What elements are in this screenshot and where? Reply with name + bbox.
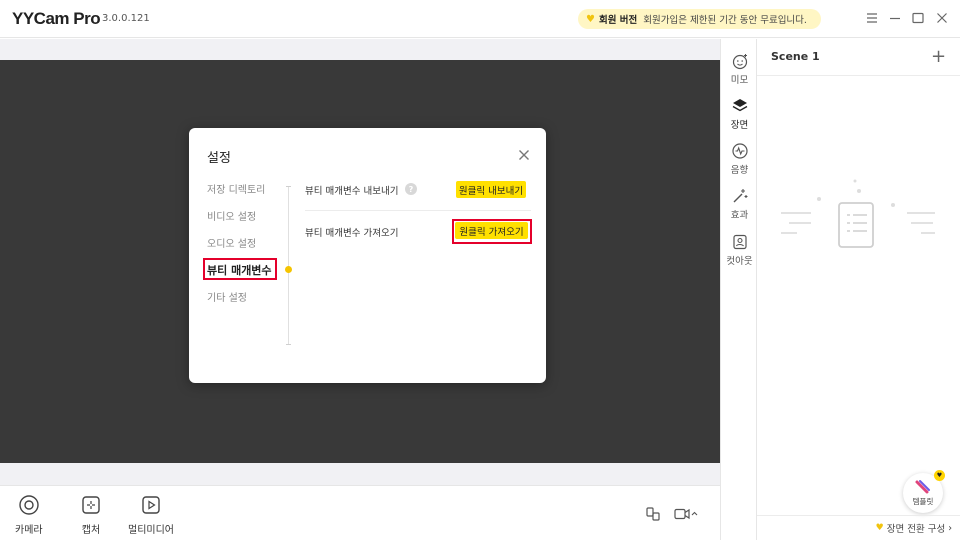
help-icon[interactable]: ? [405, 183, 417, 195]
side-nav: 미모 장면 음향 효과 컷아웃 [720, 39, 757, 540]
beauty-face-icon [732, 54, 747, 70]
multimedia-label: 멀티미디어 [128, 525, 174, 536]
screen-switch-icon[interactable] [645, 506, 661, 526]
nav-cutout[interactable]: 컷아웃 [721, 233, 758, 267]
template-button[interactable]: ♥ 템플릿 [903, 470, 945, 513]
app-logo: YYCam Pro [12, 9, 101, 28]
capture-button[interactable]: 캡처 [80, 494, 102, 536]
nav-cutout-label: 컷아웃 [726, 256, 753, 267]
scene-transition-config[interactable]: ♥ 장면 전환 구성 › [757, 515, 960, 540]
chevron-right-icon: › [948, 522, 952, 534]
rail-tick-bottom [286, 344, 291, 345]
title-bar: YYCam Pro 3.0.0.121 ♥ 회원 버전 회원가입은 제한된 기간… [0, 0, 960, 38]
member-version-banner[interactable]: ♥ 회원 버전 회원가입은 제한된 기간 동안 무료입니다. [578, 9, 821, 29]
menu-save-directory[interactable]: 저장 디렉토리 [207, 181, 265, 196]
nav-effects-label: 효과 [730, 210, 749, 221]
nav-beauty-label: 미모 [730, 75, 749, 86]
scene-panel: Scene 1 + ♥ 템플릿 ♥ 장면 전환 구성 › [757, 39, 960, 540]
template-label: 템플릿 [912, 497, 934, 506]
layers-icon [732, 99, 747, 112]
capture-label: 캡처 [81, 525, 101, 536]
import-label: 뷰티 매개변수 가져오기 [305, 228, 399, 239]
heart-icon: ♥ [875, 523, 884, 533]
scene-title: Scene 1 [771, 50, 820, 63]
close-icon[interactable] [934, 10, 950, 26]
import-highlight-frame [452, 219, 532, 244]
camera-button[interactable]: 카메라 [15, 494, 43, 536]
nav-effects[interactable]: 효과 [721, 187, 758, 221]
heart-icon: ♥ [586, 13, 595, 25]
menu-scroll-rail [288, 186, 289, 344]
menu-audio-settings[interactable]: 오디오 설정 [207, 235, 256, 250]
template-icon [915, 480, 930, 494]
menu-video-settings[interactable]: 비디오 설정 [207, 208, 256, 223]
add-scene-button[interactable]: + [931, 48, 946, 66]
multimedia-button[interactable]: 멀티미디어 [128, 494, 174, 536]
scene-header: Scene 1 + [757, 39, 960, 76]
row-divider [305, 210, 531, 211]
camera-label: 카메라 [15, 525, 43, 536]
export-button[interactable]: 원클릭 내보내기 [456, 181, 526, 198]
nav-audio-label: 음향 [730, 165, 749, 176]
app-version: 3.0.0.121 [102, 13, 150, 24]
rail-tick-top [286, 186, 291, 187]
empty-scene-illustration [781, 175, 941, 259]
magic-wand-icon [733, 189, 747, 203]
preview-top-strip [0, 39, 720, 60]
banner-text: 회원가입은 제한된 기간 동안 무료입니다. [643, 15, 807, 26]
preview-bottom-strip [0, 463, 720, 485]
cutout-portrait-icon [732, 234, 747, 250]
dialog-title: 설정 [207, 151, 231, 166]
camera-icon [19, 495, 39, 515]
bottom-toolbar: 카메라 캡처 멀티미디어 [0, 485, 720, 540]
premium-badge-icon: ♥ [934, 470, 945, 481]
banner-title: 회원 버전 [598, 15, 638, 26]
nav-beauty[interactable]: 미모 [721, 52, 758, 86]
play-icon [142, 496, 160, 514]
hamburger-menu-icon[interactable] [864, 10, 880, 26]
audio-wave-icon [731, 143, 748, 159]
record-video-icon[interactable] [673, 506, 701, 526]
minimize-icon[interactable] [887, 10, 903, 26]
nav-scene-label: 장면 [730, 120, 749, 131]
export-label: 뷰티 매개변수 내보내기 [305, 186, 399, 197]
settings-dialog: 설정 저장 디렉토리 비디오 설정 오디오 설정 뷰티 매개변수 기타 설정 뷰… [189, 128, 546, 383]
menu-other-settings[interactable]: 기타 설정 [207, 289, 247, 304]
rail-active-dot [285, 266, 292, 273]
scene-transition-label: 장면 전환 구성 [886, 524, 946, 535]
close-icon[interactable] [517, 147, 531, 161]
menu-highlight-frame [203, 258, 277, 280]
capture-icon [82, 496, 100, 514]
maximize-icon[interactable] [910, 10, 926, 26]
nav-scene[interactable]: 장면 [721, 97, 758, 131]
nav-audio[interactable]: 음향 [721, 142, 758, 176]
